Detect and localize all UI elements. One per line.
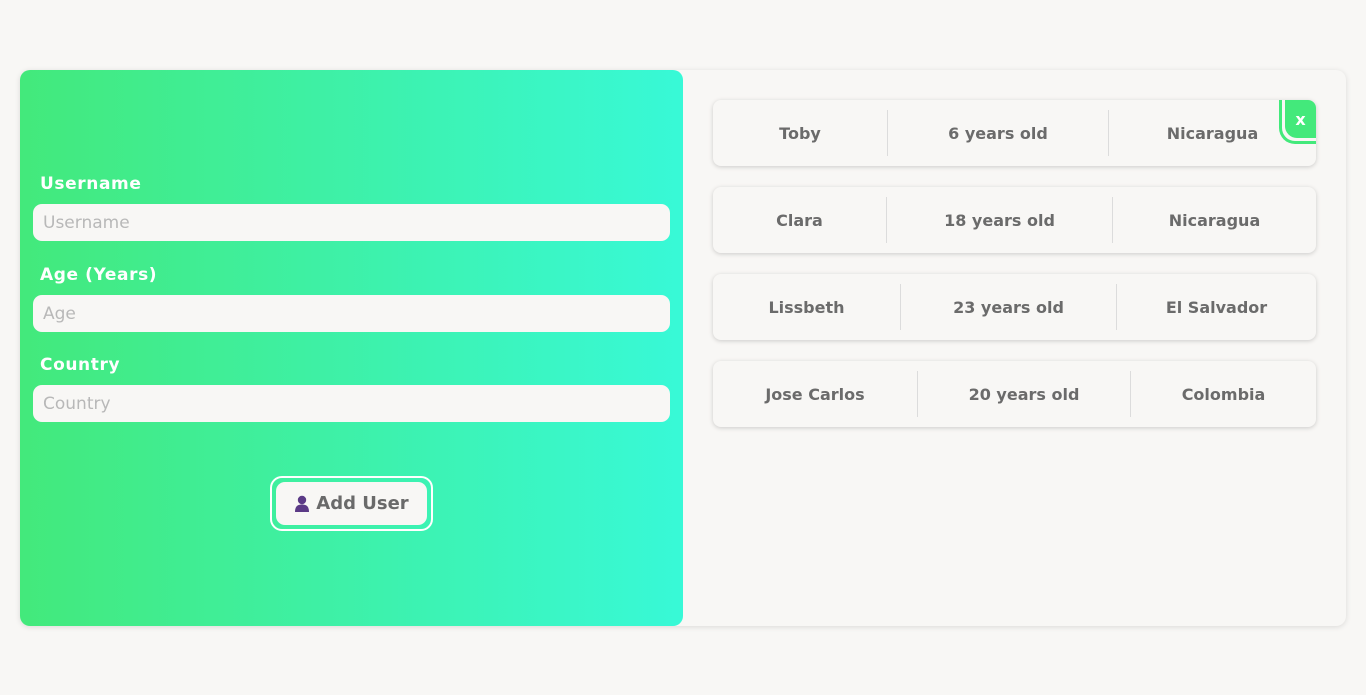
user-name: Jose Carlos (765, 384, 865, 404)
user-row: Lissbeth 23 years old El Salvador (713, 274, 1316, 340)
user-name: Lissbeth (768, 297, 845, 317)
add-user-button-ring: Add User (270, 476, 433, 531)
username-label: Username (40, 174, 142, 194)
age-input[interactable] (33, 295, 670, 332)
user-age: 18 years old (944, 210, 1055, 230)
user-form-panel: Username Age (Years) Country Add User (20, 70, 683, 626)
app-card: Username Age (Years) Country Add User To… (20, 70, 1346, 626)
user-row: Jose Carlos 20 years old Colombia (713, 361, 1316, 427)
user-age: 20 years old (968, 384, 1080, 404)
user-row: Toby 6 years old Nicaragua x (713, 100, 1316, 166)
user-country: Colombia (1181, 384, 1266, 404)
user-age: 6 years old (948, 123, 1048, 143)
delete-user-button[interactable]: x (1285, 100, 1316, 138)
username-input[interactable] (33, 204, 670, 241)
user-icon (294, 495, 310, 512)
user-list: Toby 6 years old Nicaragua x Clara 18 ye… (713, 100, 1316, 448)
country-input[interactable] (33, 385, 670, 422)
add-user-button[interactable]: Add User (276, 482, 427, 525)
age-label: Age (Years) (40, 265, 158, 285)
user-name: Clara (776, 210, 823, 230)
user-row: Clara 18 years old Nicaragua (713, 187, 1316, 253)
user-country: El Salvador (1165, 297, 1268, 317)
user-age: 23 years old (953, 297, 1064, 317)
country-label: Country (40, 355, 121, 375)
user-country: Nicaragua (1168, 210, 1261, 230)
user-name: Toby (779, 123, 821, 143)
add-user-button-label: Add User (316, 493, 409, 514)
